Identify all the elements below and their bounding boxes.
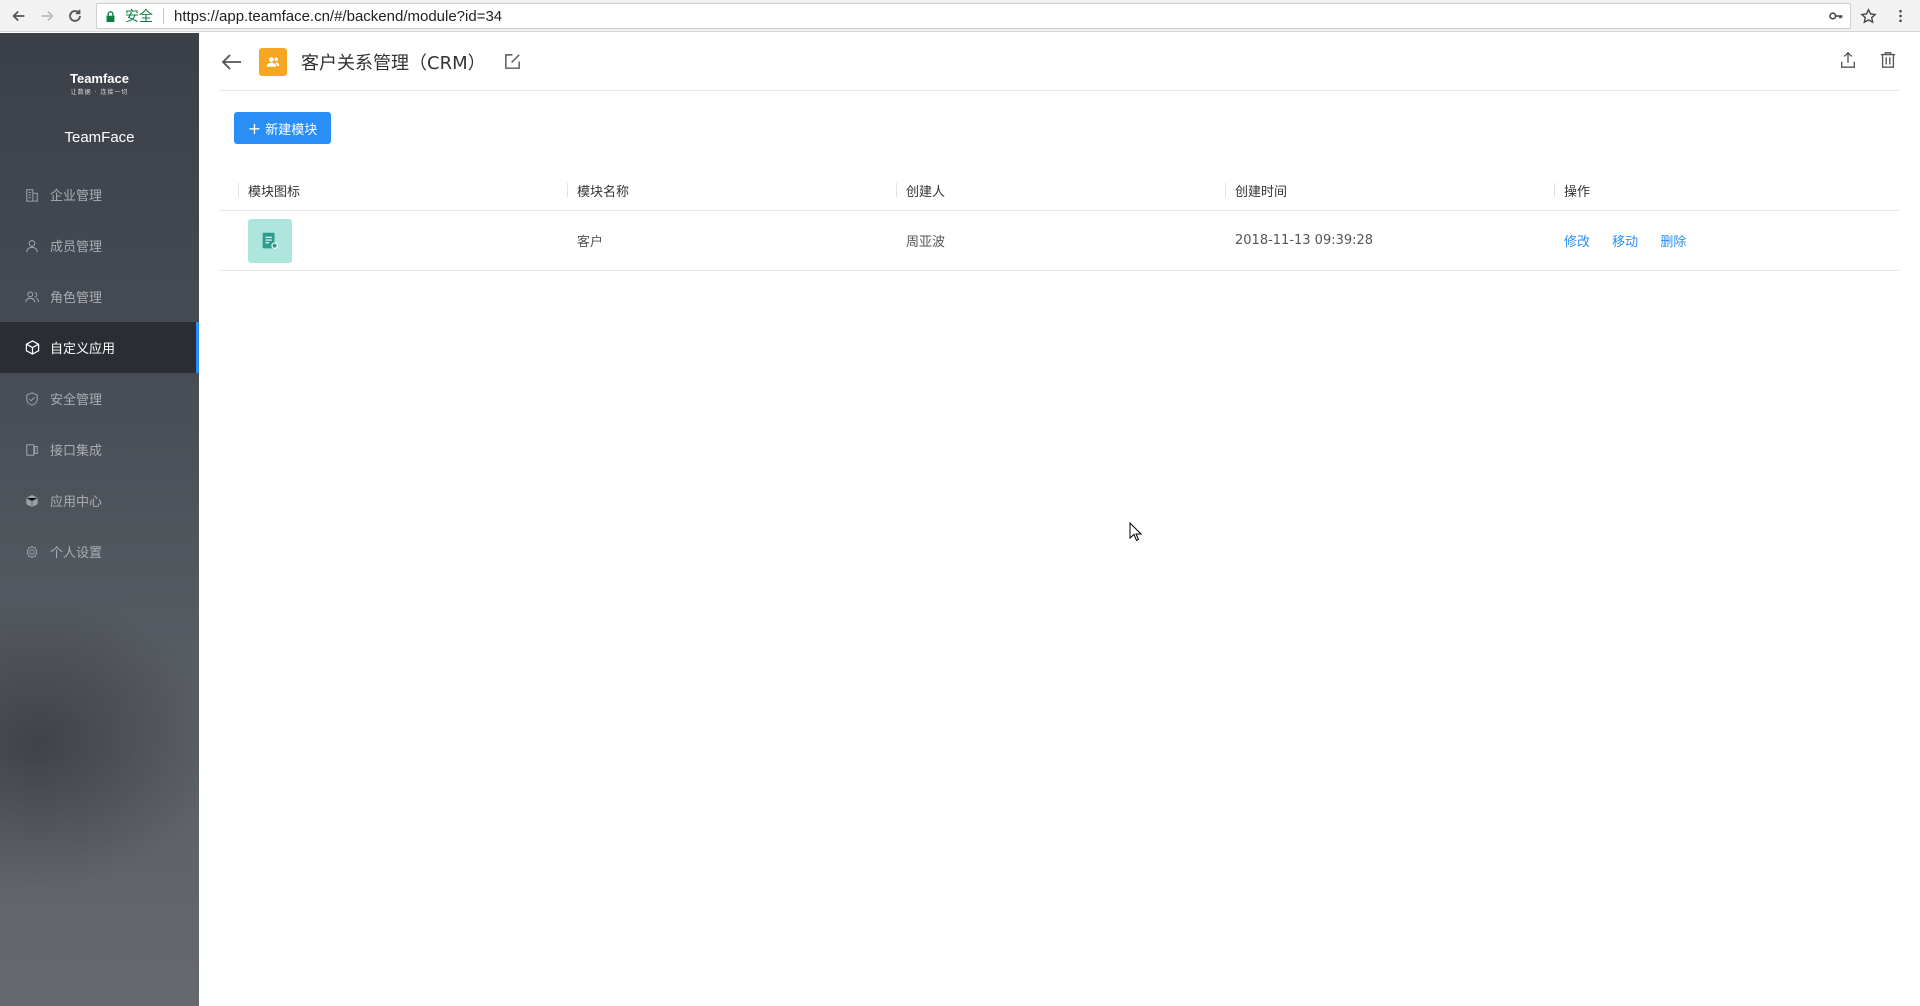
column-header-creator: 创建人 <box>896 181 1225 200</box>
column-header-icon: 模块图标 <box>238 181 567 200</box>
sidebar-item-label: 应用中心 <box>50 495 103 510</box>
logo[interactable]: Teamface 让数据 · 连接一切 <box>0 71 199 96</box>
document-icon <box>248 218 292 263</box>
page-title: 客户关系管理（CRM） <box>301 52 486 74</box>
user-icon <box>24 238 40 254</box>
role-icon <box>24 289 40 305</box>
company-name: TeamFace <box>64 129 135 146</box>
module-icon-cell <box>238 218 567 263</box>
trash-icon[interactable] <box>1877 49 1899 71</box>
logo-text: Teamface <box>69 71 129 86</box>
sidebar-item-integration[interactable]: 接口集成 <box>0 424 199 475</box>
column-header-actions: 操作 <box>1554 181 1883 200</box>
actions-cell: 修改 移动 删除 <box>1554 231 1883 250</box>
sidebar-item-label: 安全管理 <box>50 393 103 408</box>
table-row: 客户 周亚波 2018-11-13 09:39:28 修改 移动 删除 <box>219 211 1899 271</box>
sidebar-item-label: 企业管理 <box>50 189 103 204</box>
new-module-label: 新建模块 <box>265 122 318 138</box>
column-header-name: 模块名称 <box>567 181 896 200</box>
table-header: 模块图标 模块名称 创建人 创建时间 操作 <box>219 171 1899 211</box>
sidebar-item-label: 个人设置 <box>50 546 103 561</box>
sidebar-item-members[interactable]: 成员管理 <box>0 220 199 271</box>
column-header-created-time: 创建时间 <box>1225 181 1554 200</box>
edit-icon[interactable] <box>502 51 524 73</box>
building-icon <box>24 187 40 203</box>
sidebar-item-security[interactable]: 安全管理 <box>0 373 199 424</box>
page-header: 客户关系管理（CRM） <box>219 33 1899 91</box>
module-name: 客户 <box>577 235 604 250</box>
logo-tagline: 让数据 · 连接一切 <box>70 89 129 96</box>
edit-link[interactable]: 修改 <box>1564 235 1590 250</box>
lock-icon <box>105 8 119 24</box>
sidebar-item-app-center[interactable]: 应用中心 <box>0 475 199 526</box>
apps-icon <box>24 493 40 509</box>
move-link[interactable]: 移动 <box>1612 235 1638 250</box>
export-icon[interactable] <box>1837 49 1859 71</box>
gear-icon <box>24 544 40 560</box>
browser-reload-button[interactable] <box>62 3 88 29</box>
secure-label: 安全 <box>125 8 153 24</box>
module-created-time: 2018-11-13 09:39:28 <box>1235 233 1374 248</box>
sidebar-item-personal-settings[interactable]: 个人设置 <box>0 526 199 577</box>
star-icon[interactable] <box>1858 4 1878 28</box>
sidebar-item-label: 自定义应用 <box>50 342 116 357</box>
mouse-cursor-icon <box>1129 522 1143 542</box>
browser-toolbar: 安全 https://app.teamface.cn/#/backend/mod… <box>0 0 1920 32</box>
back-button[interactable] <box>219 49 245 75</box>
more-menu-icon[interactable] <box>1890 4 1910 28</box>
new-module-button[interactable]: + 新建模块 <box>234 112 331 144</box>
delete-link[interactable]: 删除 <box>1660 235 1686 250</box>
plus-icon: + <box>247 118 262 138</box>
sidebar-item-label: 接口集成 <box>50 444 103 459</box>
sidebar: Teamface 让数据 · 连接一切 TeamFace 企业管理 成员管理 角… <box>0 33 199 1006</box>
sidebar-item-custom-apps[interactable]: 自定义应用 <box>0 322 199 373</box>
url-divider <box>163 8 164 24</box>
browser-back-button[interactable] <box>6 3 32 29</box>
cube-icon <box>24 340 40 356</box>
sidebar-item-enterprise[interactable]: 企业管理 <box>0 169 199 220</box>
sidebar-item-label: 成员管理 <box>50 240 103 255</box>
module-table: 模块图标 模块名称 创建人 创建时间 操作 客户 周亚波 2018-11-13 … <box>219 171 1899 271</box>
sidebar-item-label: 角色管理 <box>50 291 103 306</box>
browser-forward-button[interactable] <box>34 3 60 29</box>
sidebar-menu: 企业管理 成员管理 角色管理 自定义应用 安全管理 接口集成 应用中心 个人设置 <box>0 169 199 577</box>
module-creator: 周亚波 <box>906 235 946 250</box>
key-icon[interactable] <box>1826 4 1846 28</box>
plug-icon <box>24 442 40 458</box>
main-content: 客户关系管理（CRM） + 新建模块 模块图标 模块名称 创建人 创建时间 操作 <box>199 33 1920 1006</box>
url-text: https://app.teamface.cn/#/backend/module… <box>174 7 503 25</box>
shield-icon <box>24 391 40 407</box>
sidebar-item-roles[interactable]: 角色管理 <box>0 271 199 322</box>
app-icon <box>259 47 287 76</box>
address-bar[interactable]: 安全 https://app.teamface.cn/#/backend/mod… <box>96 3 1851 29</box>
